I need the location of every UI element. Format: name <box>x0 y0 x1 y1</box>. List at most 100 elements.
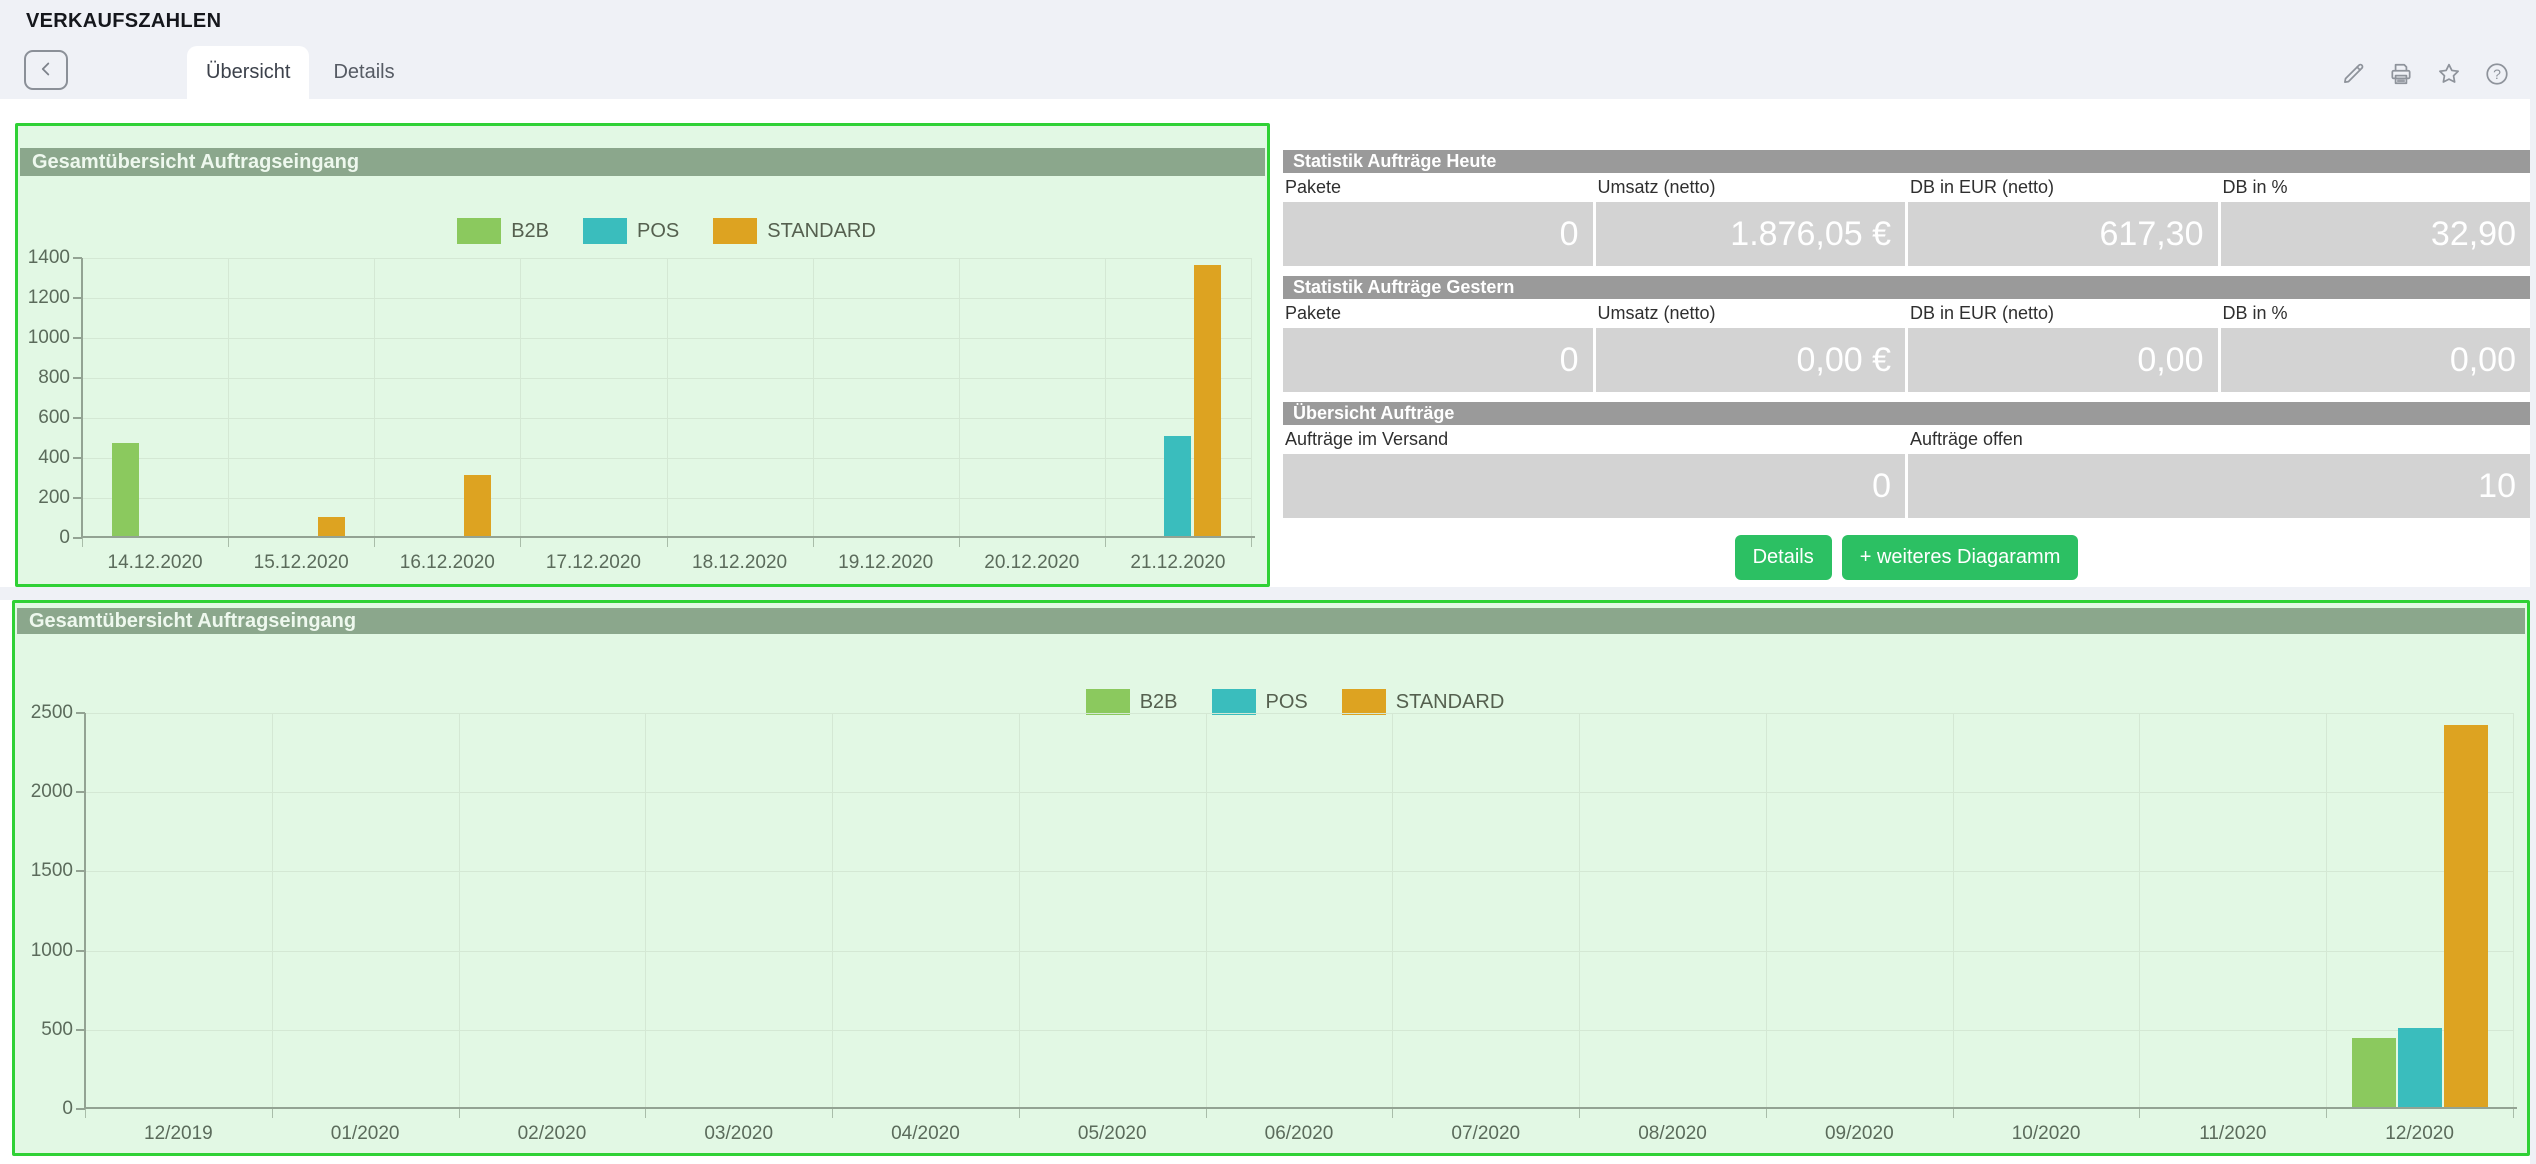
bar-pos <box>1164 436 1191 537</box>
column-label: DB in EUR (netto) <box>1908 177 2218 198</box>
column-label: Pakete <box>1283 177 1593 198</box>
help-icon[interactable]: ? <box>2484 61 2510 87</box>
x-axis-label: 18.12.2020 <box>692 552 787 574</box>
section-header: Statistik Aufträge Gestern <box>1283 276 2530 299</box>
x-axis-label: 07/2020 <box>1451 1123 1520 1145</box>
legend-item: POS <box>583 218 679 244</box>
x-tick <box>667 538 668 547</box>
bar-standard <box>318 517 345 537</box>
gridline <box>959 258 960 538</box>
tab-bar: Übersicht Details <box>187 46 419 99</box>
edit-icon[interactable] <box>2340 61 2366 87</box>
column-label: DB in % <box>2221 177 2531 198</box>
gridline <box>272 713 273 1109</box>
legend-label: STANDARD <box>767 220 876 243</box>
column-label: Pakete <box>1283 303 1593 324</box>
column-labels: Pakete Umsatz (netto) DB in EUR (netto) … <box>1283 173 2530 202</box>
x-tick <box>1392 1109 1393 1118</box>
x-tick <box>1579 1109 1580 1118</box>
umsatz-value: 1.876,05 € <box>1596 202 1906 266</box>
bar-standard <box>464 475 491 537</box>
pakete-value: 0 <box>1283 202 1593 266</box>
y-axis-label: 400 <box>14 447 70 469</box>
chevron-left-icon <box>35 58 57 83</box>
legend-swatch-standard <box>1342 689 1386 715</box>
x-tick <box>832 1109 833 1118</box>
add-chart-button[interactable]: + weiteres Diagaramm <box>1842 535 2079 580</box>
x-axis-label: 11/2020 <box>2199 1123 2266 1145</box>
x-axis-label: 12/2020 <box>2385 1123 2454 1145</box>
x-axis-label: 21.12.2020 <box>1130 552 1225 574</box>
legend-label: B2B <box>1140 691 1178 714</box>
x-axis-label: 02/2020 <box>518 1123 587 1145</box>
gridline <box>832 713 833 1109</box>
x-axis-label: 03/2020 <box>704 1123 773 1145</box>
gridline <box>2513 713 2514 1109</box>
gridline <box>1953 713 1954 1109</box>
x-tick <box>813 538 814 547</box>
x-axis-label: 12/2019 <box>144 1123 213 1145</box>
y-axis-label: 1000 <box>14 327 70 349</box>
column-label: DB in EUR (netto) <box>1908 303 2218 324</box>
favorite-icon[interactable] <box>2436 61 2462 87</box>
x-axis-label: 10/2020 <box>2012 1123 2081 1145</box>
column-label: Aufträge offen <box>1908 429 2530 450</box>
x-tick <box>1019 1109 1020 1118</box>
content-area: Gesamtübersicht Auftragseingang B2B POS ST… <box>0 99 2530 1164</box>
print-icon[interactable] <box>2388 61 2414 87</box>
tab-uebersicht[interactable]: Übersicht <box>187 46 309 99</box>
gridline <box>1579 713 1580 1109</box>
value-row: 0 1.876,05 € 617,30 32,90 <box>1283 202 2530 266</box>
db-eur-value: 617,30 <box>1908 202 2218 266</box>
y-axis-label: 800 <box>14 367 70 389</box>
details-button[interactable]: Details <box>1735 535 1832 580</box>
x-tick <box>2513 1109 2514 1118</box>
bar-pos <box>2398 1028 2442 1108</box>
x-tick <box>228 538 229 547</box>
value-row: 0 10 <box>1283 454 2530 518</box>
x-tick <box>2326 1109 2327 1118</box>
y-axis-label: 1500 <box>17 860 73 882</box>
gridline <box>85 1030 2513 1031</box>
x-tick <box>1105 538 1106 547</box>
x-tick <box>272 1109 273 1118</box>
x-axis-label: 20.12.2020 <box>984 552 1079 574</box>
gridline <box>1251 258 1252 538</box>
x-axis-label: 06/2020 <box>1265 1123 1334 1145</box>
chart-title: Gesamtübersicht Auftragseingang <box>20 148 1265 176</box>
gridline <box>2326 713 2327 1109</box>
stats-section-gestern: Statistik Aufträge Gestern Pakete Umsatz… <box>1283 276 2530 392</box>
column-labels: Aufträge im Versand Aufträge offen <box>1283 425 2530 454</box>
stats-section-uebersicht: Übersicht Aufträge Aufträge im Versand A… <box>1283 402 2530 518</box>
statistics-panel: Statistik Aufträge Heute Pakete Umsatz (… <box>1283 150 2530 587</box>
y-axis-label: 1400 <box>14 247 70 269</box>
back-button[interactable] <box>24 50 68 90</box>
db-percent-value: 32,90 <box>2221 202 2531 266</box>
tab-details[interactable]: Details <box>309 46 418 99</box>
x-tick <box>520 538 521 547</box>
y-axis-label: 1200 <box>14 287 70 309</box>
x-axis-label: 08/2020 <box>1638 1123 1707 1145</box>
value-row: 0 0,00 € 0,00 0,00 <box>1283 328 2530 392</box>
column-label: Umsatz (netto) <box>1596 303 1906 324</box>
x-tick <box>459 1109 460 1118</box>
y-axis-label: 500 <box>17 1019 73 1041</box>
x-axis-label: 04/2020 <box>891 1123 960 1145</box>
gridline <box>228 258 229 538</box>
page-title: VERKAUFSZAHLEN <box>26 10 221 33</box>
x-tick <box>645 1109 646 1118</box>
x-tick <box>959 538 960 547</box>
gridline <box>459 713 460 1109</box>
gridline <box>1392 713 1393 1109</box>
legend-label: POS <box>1266 691 1308 714</box>
x-axis-label: 09/2020 <box>1825 1123 1894 1145</box>
x-axis-label: 19.12.2020 <box>838 552 933 574</box>
x-tick <box>82 538 83 547</box>
column-label: Aufträge im Versand <box>1283 429 1905 450</box>
chart-title: Gesamtübersicht Auftragseingang <box>17 608 2525 634</box>
legend-label: B2B <box>511 220 549 243</box>
monthly-orders-chart-panel: Gesamtübersicht Auftragseingang B2BPOSST… <box>12 600 2530 1156</box>
column-label: Umsatz (netto) <box>1596 177 1906 198</box>
column-label: DB in % <box>2221 303 2531 324</box>
gridline <box>85 792 2513 793</box>
